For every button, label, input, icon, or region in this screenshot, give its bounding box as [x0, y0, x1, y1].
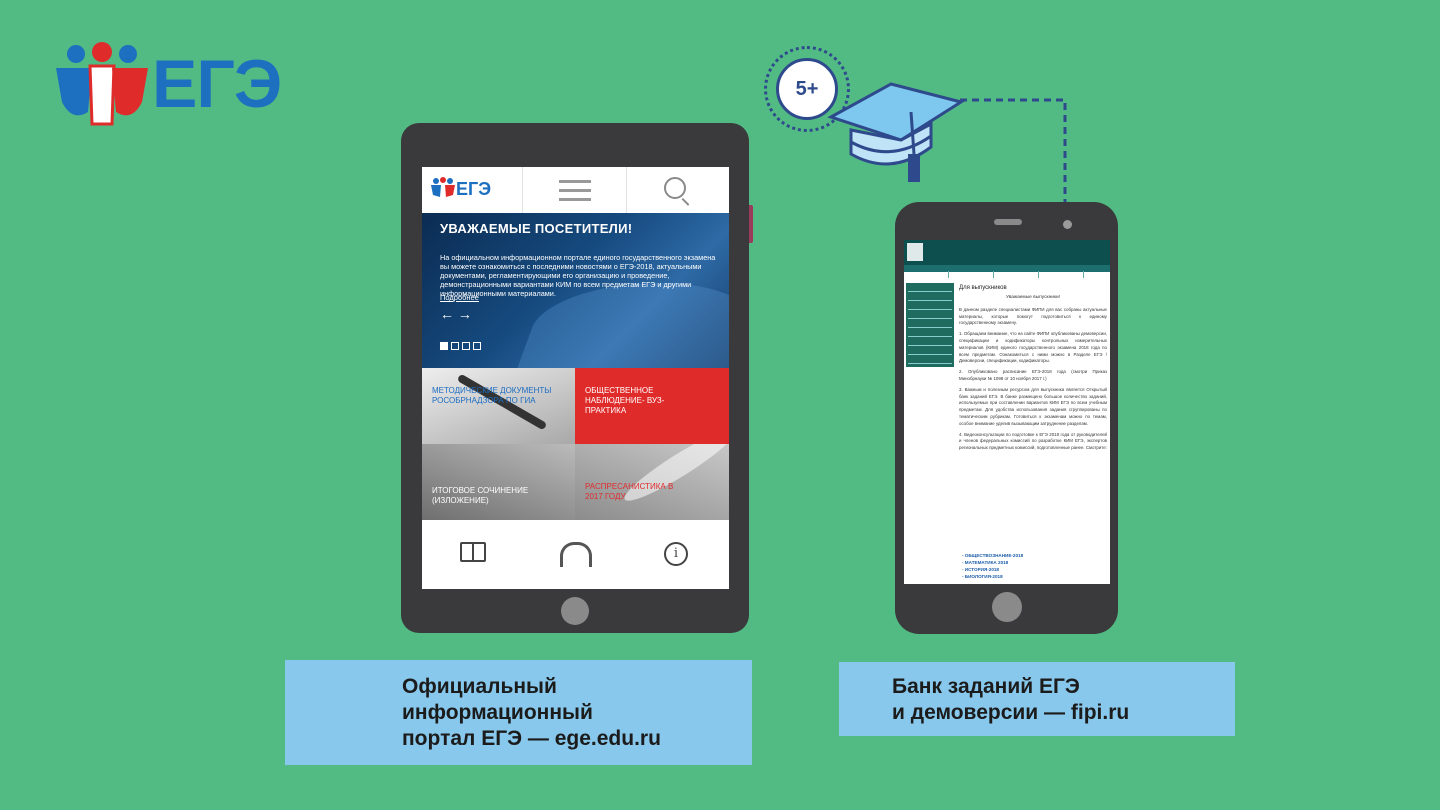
fipi-link[interactable]: - ИСТОРИЯ-2018 [962, 566, 1023, 573]
tablet-home-button [561, 597, 589, 625]
fipi-content: Уважаемые выпускники! В данном разделе с… [959, 295, 1107, 452]
caption-line: Официальный [402, 675, 557, 698]
tablet-device: ЕГЭ УВАЖАЕМЫЕ ПОСЕТИТЕЛИ! На официальном… [401, 123, 749, 633]
caption-text: Официальный информационный портал ЕГЭ — … [402, 674, 661, 752]
caption-text: Банк заданий ЕГЭ и демоверсии — fipi.ru [892, 674, 1129, 726]
phone-speaker [994, 219, 1022, 225]
tablet-header-logo[interactable]: ЕГЭ [422, 167, 523, 213]
caption-line: и демоверсии — fipi.ru [892, 701, 1130, 724]
fipi-video-links: - ОБЩЕСТВОЗНАНИЕ-2018 - МАТЕМАТИКА 2018 … [962, 552, 1023, 580]
menu-button[interactable] [522, 167, 627, 213]
fipi-link[interactable]: - ОБЩЕСТВОЗНАНИЕ-2018 [962, 552, 1023, 559]
tablet-side-button [749, 205, 753, 243]
caption-fipi: Банк заданий ЕГЭ и демоверсии — fipi.ru [839, 662, 1235, 736]
fipi-paragraph: 1. Обращаем внимание, что на сайте ФИПИ … [959, 331, 1107, 364]
fipi-greeting: Уважаемые выпускники! [1005, 295, 1061, 300]
hero-arrows[interactable]: ← → [440, 306, 472, 322]
book-icon[interactable] [460, 542, 486, 562]
tablet-logo-text: ЕГЭ [456, 179, 492, 199]
fipi-page-title: Для выпускников [959, 285, 1007, 291]
phone-camera [1063, 220, 1072, 229]
hamburger-icon [559, 180, 591, 207]
fipi-paragraph: В данном разделе специалистами ФИПИ для … [959, 306, 1107, 326]
fipi-paragraph: 2. Опубликовано расписание ЕГЭ-2018 года… [959, 369, 1107, 381]
tablet-bottom-bar: i [422, 520, 729, 589]
ege-logo-figures-icon [56, 42, 148, 126]
tile-schedule[interactable]: РАСПРЕСАНИСТИКА В 2017 ГОДУ [575, 444, 729, 520]
phone-home-button [992, 592, 1022, 622]
ege-logo-text: ЕГЭ [152, 46, 282, 122]
hero-banner: УВАЖАЕМЫЕ ПОСЕТИТЕЛИ! На официальном инф… [422, 213, 729, 373]
fipi-nav[interactable] [904, 265, 1110, 278]
tile-label: МЕТОДИЧЕСКИЕ ДОКУМЕНТЫ РОСОБРНАДЗОРА ПО … [432, 386, 552, 405]
fipi-sidebar[interactable] [906, 283, 954, 367]
tile-methodical-docs[interactable]: МЕТОДИЧЕСКИЕ ДОКУМЕНТЫ РОСОБРНАДЗОРА ПО … [422, 368, 576, 444]
search-icon [664, 177, 686, 199]
tile-public-observation[interactable]: ОБЩЕСТВЕННОЕ НАБЛЮДЕНИЕ- ВУЗ- ПРАКТИКА [575, 368, 729, 444]
hero-title: УВАЖАЕМЫЕ ПОСЕТИТЕЛИ! [440, 221, 633, 236]
fipi-logo-icon [907, 243, 923, 261]
tile-final-essay[interactable]: ИТОГОВОЕ СОЧИНЕНИЕ (ИЗЛОЖЕНИЕ) [422, 444, 576, 520]
caption-ege-portal: Официальный информационный портал ЕГЭ — … [285, 660, 752, 765]
graduation-cap-icon [827, 82, 965, 182]
fipi-paragraph: 3. Важным и полезным ресурсом для выпуск… [959, 386, 1107, 426]
tablet-screen: ЕГЭ УВАЖАЕМЫЕ ПОСЕТИТЕЛИ! На официальном… [422, 167, 729, 589]
phone-device: Для выпускников Уважаемые выпускники! В … [895, 202, 1118, 634]
hero-text: На официальном информационном портале ед… [440, 253, 716, 298]
carousel-dots[interactable] [440, 337, 484, 355]
hero-more-link[interactable]: Подробнее [440, 293, 479, 302]
tablet-header: ЕГЭ [422, 167, 729, 214]
tile-label: ИТОГОВОЕ СОЧИНЕНИЕ (ИЗЛОЖЕНИЕ) [432, 486, 529, 505]
tile-label: ОБЩЕСТВЕННОЕ НАБЛЮДЕНИЕ- ВУЗ- ПРАКТИКА [585, 386, 665, 415]
fipi-paragraph: 4. Видеоконсультации по подготовке к ЕГЭ… [959, 431, 1107, 451]
ege-small-logo-icon [431, 177, 455, 197]
fipi-link[interactable]: - МАТЕМАТИКА 2018 [962, 559, 1023, 566]
caption-line: информационный [402, 701, 593, 724]
info-icon[interactable]: i [664, 542, 688, 566]
ege-logo: ЕГЭ [52, 42, 292, 132]
fipi-link[interactable]: - БИОЛОГИЯ-2018 [962, 573, 1023, 580]
caption-line: Банк заданий ЕГЭ [892, 675, 1080, 698]
tile-label: РАСПРЕСАНИСТИКА В 2017 ГОДУ [585, 482, 674, 501]
phone-screen: Для выпускников Уважаемые выпускники! В … [904, 240, 1110, 584]
caption-line: портал ЕГЭ — ege.edu.ru [402, 727, 661, 750]
search-button[interactable] [626, 167, 729, 213]
fipi-header [904, 240, 1110, 265]
headset-icon[interactable] [560, 542, 592, 567]
